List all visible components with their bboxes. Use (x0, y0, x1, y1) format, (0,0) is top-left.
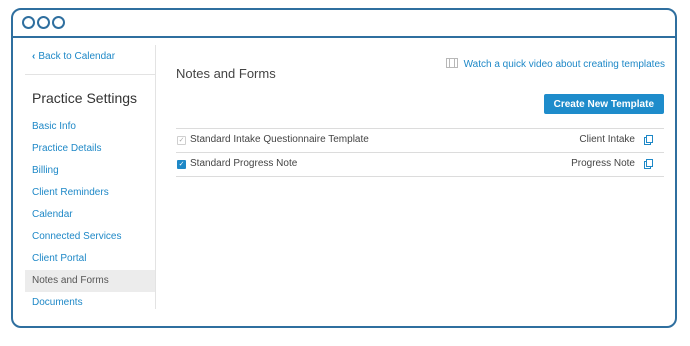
window-dot-icon (22, 16, 35, 29)
sidebar-item-billing[interactable]: Billing (25, 160, 155, 182)
copy-icon[interactable] (644, 135, 653, 145)
watch-video-link[interactable]: Watch a quick video about creating templ… (445, 58, 665, 70)
template-name: Standard Intake Questionnaire Template (190, 134, 369, 145)
sidebar-item-documents[interactable]: Documents (25, 292, 155, 314)
sidebar: ‹ Back to Calendar Practice Settings Basi… (25, 45, 156, 309)
checkbox-icon[interactable]: ✓ (177, 136, 186, 145)
film-icon (445, 58, 458, 68)
app-window: ‹ Back to Calendar Practice Settings Basi… (11, 8, 677, 328)
template-name: Standard Progress Note (190, 158, 298, 169)
chevron-left-icon: ‹ (32, 51, 36, 62)
sidebar-divider (25, 74, 155, 75)
template-row: ✓ Standard Intake Questionnaire Template… (176, 128, 664, 152)
sidebar-item-connected-services[interactable]: Connected Services (25, 226, 155, 248)
window-dot-icon (37, 16, 50, 29)
window-dot-icon (52, 16, 65, 29)
back-label: Back to Calendar (38, 51, 116, 62)
sidebar-item-practice-details[interactable]: Practice Details (25, 138, 155, 160)
template-type: Progress Note (571, 158, 635, 169)
window-titlebar (13, 10, 675, 38)
sidebar-item-client-reminders[interactable]: Client Reminders (25, 182, 155, 204)
template-list: ✓ Standard Intake Questionnaire Template… (176, 128, 664, 177)
copy-icon[interactable] (644, 159, 653, 169)
checkbox-icon[interactable]: ✓ (177, 160, 186, 169)
back-to-calendar-link[interactable]: ‹ Back to Calendar (32, 51, 115, 62)
template-row: ✓ Standard Progress Note Progress Note (176, 152, 664, 177)
create-new-template-button[interactable]: Create New Template (543, 94, 664, 114)
sidebar-item-client-portal[interactable]: Client Portal (25, 248, 155, 270)
sidebar-item-basic-info[interactable]: Basic Info (25, 116, 155, 138)
page-title: Notes and Forms (176, 66, 276, 81)
sidebar-title: Practice Settings (32, 90, 138, 106)
template-type: Client Intake (579, 134, 635, 145)
sidebar-item-calendar[interactable]: Calendar (25, 204, 155, 226)
video-link-label: Watch a quick video about creating templ… (463, 59, 665, 70)
sidebar-item-notes-and-forms[interactable]: Notes and Forms (25, 270, 155, 292)
sidebar-nav: Basic Info Practice Details Billing Clie… (25, 116, 155, 314)
